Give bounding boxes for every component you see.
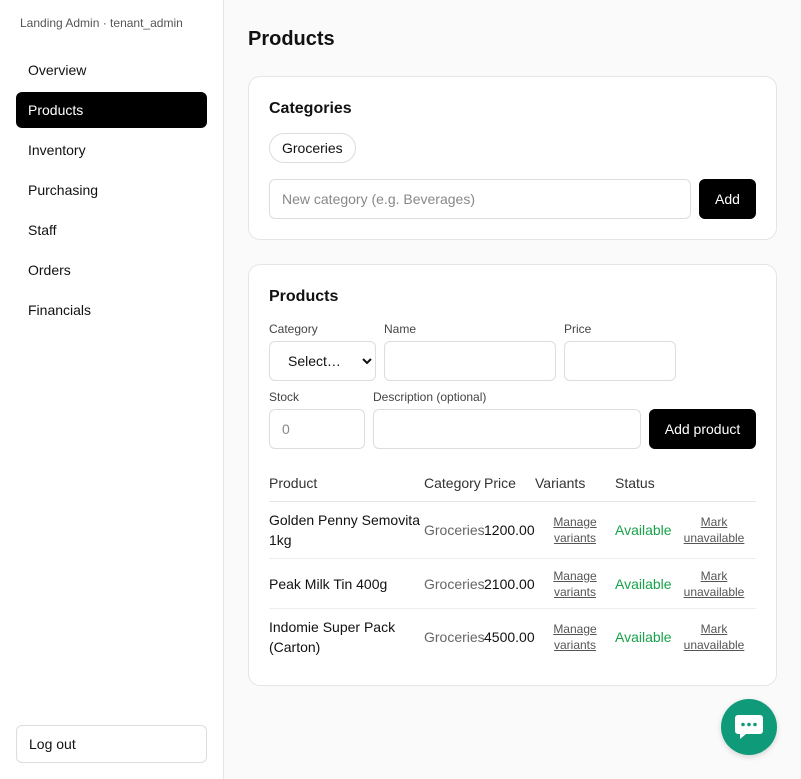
chat-button[interactable] [721, 699, 777, 755]
manage-variants-link[interactable]: Manage variants [544, 568, 606, 600]
products-card: Products Category Select… Name Price Sto… [248, 264, 777, 686]
price-input[interactable] [564, 341, 676, 381]
categories-title: Categories [269, 100, 352, 117]
sidebar: Landing Admin · tenant_admin Overview Pr… [0, 0, 224, 779]
category-chip-groceries[interactable]: Groceries [269, 133, 356, 163]
sidebar-nav: Overview Products Inventory Purchasing S… [16, 52, 207, 332]
chat-bubble-icon [735, 715, 763, 739]
mark-unavailable-link[interactable]: Mark unavailable [677, 514, 751, 546]
add-category-button[interactable]: Add [699, 179, 756, 219]
mark-unavailable-link[interactable]: Mark unavailable [677, 568, 751, 600]
new-category-input[interactable] [269, 179, 691, 219]
price-field-label: Price [564, 322, 592, 336]
sidebar-item-products[interactable]: Products [16, 92, 207, 128]
page-title: Products [248, 28, 335, 50]
sidebar-item-inventory[interactable]: Inventory [16, 132, 207, 168]
status-badge: Available [615, 522, 672, 538]
col-header-variants: Variants [535, 475, 586, 491]
col-header-category: Category [424, 475, 481, 491]
description-input[interactable] [373, 409, 641, 449]
sidebar-item-orders[interactable]: Orders [16, 252, 207, 288]
table-row: Indomie Super Pack (Carton) Groceries 45… [269, 609, 756, 666]
product-price: 4500.00 [484, 629, 535, 645]
col-header-product: Product [269, 475, 318, 491]
brand-label: Landing Admin · tenant_admin [20, 16, 183, 30]
table-row: Peak Milk Tin 400g Groceries 2100.00 Man… [269, 559, 756, 609]
status-badge: Available [615, 576, 672, 592]
col-header-price: Price [484, 475, 516, 491]
table-row: Golden Penny Semovita 1kg Groceries 1200… [269, 502, 756, 559]
product-name: Indomie Super Pack (Carton) [269, 619, 396, 655]
stock-input[interactable] [269, 409, 365, 449]
product-name: Peak Milk Tin 400g [269, 576, 388, 592]
logout-button[interactable]: Log out [16, 725, 207, 763]
product-category: Groceries [424, 522, 485, 538]
add-product-button[interactable]: Add product [649, 409, 756, 449]
status-badge: Available [615, 629, 672, 645]
name-field-label: Name [384, 322, 417, 336]
sidebar-item-staff[interactable]: Staff [16, 212, 207, 248]
products-title: Products [269, 288, 339, 305]
product-name: Golden Penny Semovita 1kg [269, 512, 420, 548]
sidebar-item-purchasing[interactable]: Purchasing [16, 172, 207, 208]
sidebar-item-overview[interactable]: Overview [16, 52, 207, 88]
manage-variants-link[interactable]: Manage variants [544, 621, 606, 653]
product-price: 1200.00 [484, 522, 535, 538]
product-price: 2100.00 [484, 576, 535, 592]
manage-variants-link[interactable]: Manage variants [544, 514, 606, 546]
category-select[interactable]: Select… [269, 341, 376, 381]
product-category: Groceries [424, 576, 485, 592]
name-input[interactable] [384, 341, 556, 381]
category-field-label: Category [269, 322, 318, 336]
product-category: Groceries [424, 629, 485, 645]
stock-field-label: Stock [269, 390, 300, 404]
sidebar-item-financials[interactable]: Financials [16, 292, 207, 328]
description-field-label: Description (optional) [373, 390, 487, 404]
mark-unavailable-link[interactable]: Mark unavailable [677, 621, 751, 653]
categories-card: Categories Groceries Add [248, 76, 777, 240]
col-header-status: Status [615, 475, 655, 491]
